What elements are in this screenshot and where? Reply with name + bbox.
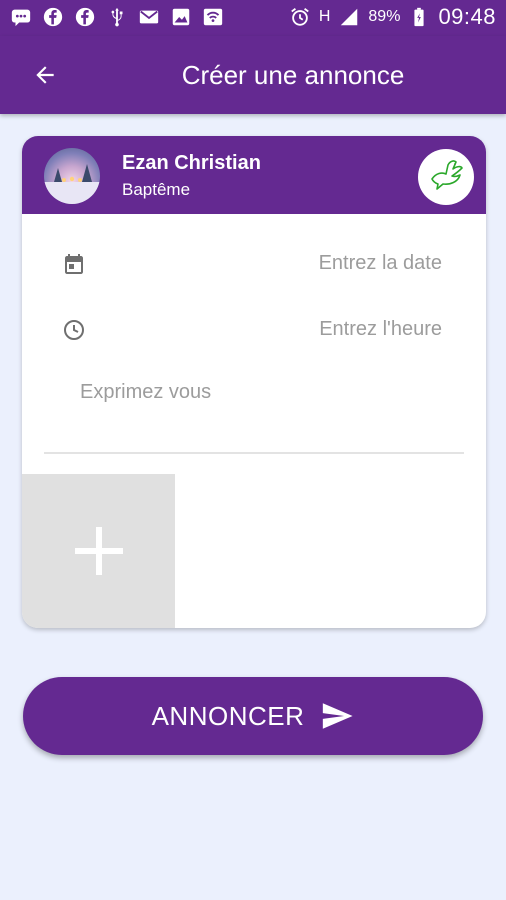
chat-icon xyxy=(10,6,32,28)
avatar xyxy=(44,148,100,204)
battery-percent: 89% xyxy=(368,8,401,25)
time-field[interactable]: Entrez l'heure xyxy=(62,310,446,350)
status-bar: H 89% 09:48 xyxy=(0,0,506,36)
image-icon xyxy=(170,6,192,28)
notification-icons xyxy=(10,6,224,28)
app-bar: Créer une annonce xyxy=(0,36,506,114)
user-name: Ezan Christian xyxy=(122,152,261,174)
date-placeholder: Entrez la date xyxy=(318,252,442,274)
plus-icon xyxy=(74,527,123,575)
page-title: Créer une annonce xyxy=(181,60,405,90)
announce-button[interactable]: ANNONCER xyxy=(23,677,483,755)
add-photo-button[interactable] xyxy=(22,474,175,628)
clock-time: 09:48 xyxy=(438,4,496,29)
facebook-icon xyxy=(74,6,96,28)
alarm-icon xyxy=(289,6,311,28)
calendar-icon xyxy=(62,252,90,280)
announcement-card: Ezan Christian Baptême Entrez la date En… xyxy=(22,136,486,628)
send-icon xyxy=(320,699,354,733)
time-placeholder: Entrez l'heure xyxy=(319,318,442,340)
message-placeholder: Exprimez vous xyxy=(80,381,212,403)
battery-icon xyxy=(408,6,430,28)
event-type: Baptême xyxy=(122,180,191,199)
divider xyxy=(44,452,464,454)
message-field[interactable]: Exprimez vous xyxy=(80,381,460,441)
dove-icon xyxy=(418,149,474,205)
usb-icon xyxy=(106,6,128,28)
network-type: H xyxy=(318,8,331,25)
system-icons: H 89% 09:48 xyxy=(289,4,496,30)
signal-icon xyxy=(338,6,360,28)
clock-icon xyxy=(62,318,90,346)
wifi-calling-icon xyxy=(202,6,224,28)
facebook-icon xyxy=(42,6,64,28)
mail-icon xyxy=(138,6,160,28)
card-header: Ezan Christian Baptême xyxy=(22,136,486,214)
date-field[interactable]: Entrez la date xyxy=(62,244,446,284)
announce-label: ANNONCER xyxy=(151,700,305,731)
